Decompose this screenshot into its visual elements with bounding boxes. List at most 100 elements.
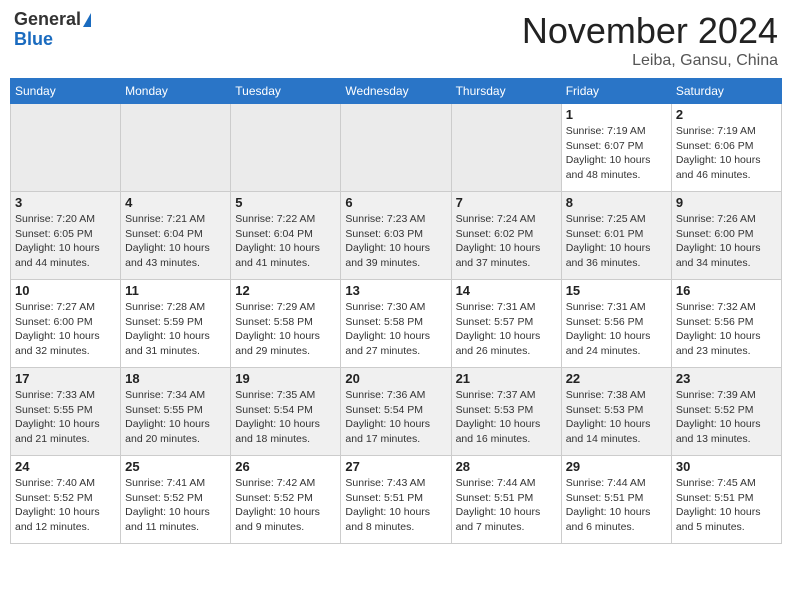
day-number: 17 bbox=[15, 371, 116, 386]
calendar-day-empty bbox=[451, 104, 561, 192]
day-info: Sunrise: 7:38 AMSunset: 5:53 PMDaylight:… bbox=[566, 388, 667, 447]
weekday-header-sunday: Sunday bbox=[11, 79, 121, 104]
calendar-day: 14 Sunrise: 7:31 AMSunset: 5:57 PMDayligh… bbox=[451, 280, 561, 368]
weekday-header-friday: Friday bbox=[561, 79, 671, 104]
day-info: Sunrise: 7:20 AMSunset: 6:05 PMDaylight:… bbox=[15, 212, 116, 271]
weekday-header-thursday: Thursday bbox=[451, 79, 561, 104]
day-number: 9 bbox=[676, 195, 777, 210]
calendar-day-empty bbox=[11, 104, 121, 192]
day-number: 1 bbox=[566, 107, 667, 122]
day-number: 22 bbox=[566, 371, 667, 386]
day-info: Sunrise: 7:22 AMSunset: 6:04 PMDaylight:… bbox=[235, 212, 336, 271]
day-number: 24 bbox=[15, 459, 116, 474]
day-number: 14 bbox=[456, 283, 557, 298]
day-number: 21 bbox=[456, 371, 557, 386]
calendar-day: 24 Sunrise: 7:40 AMSunset: 5:52 PMDayligh… bbox=[11, 456, 121, 544]
day-number: 2 bbox=[676, 107, 777, 122]
calendar-day: 19 Sunrise: 7:35 AMSunset: 5:54 PMDayligh… bbox=[231, 368, 341, 456]
day-info: Sunrise: 7:44 AMSunset: 5:51 PMDaylight:… bbox=[566, 476, 667, 535]
calendar-week-row: 24 Sunrise: 7:40 AMSunset: 5:52 PMDayligh… bbox=[11, 456, 782, 544]
logo-icon bbox=[83, 13, 91, 27]
calendar-day: 15 Sunrise: 7:31 AMSunset: 5:56 PMDayligh… bbox=[561, 280, 671, 368]
day-info: Sunrise: 7:42 AMSunset: 5:52 PMDaylight:… bbox=[235, 476, 336, 535]
weekday-header-tuesday: Tuesday bbox=[231, 79, 341, 104]
calendar-day: 1Sunrise: 7:19 AMSunset: 6:07 PMDaylight… bbox=[561, 104, 671, 192]
day-info: Sunrise: 7:36 AMSunset: 5:54 PMDaylight:… bbox=[345, 388, 446, 447]
day-number: 13 bbox=[345, 283, 446, 298]
calendar-week-row: 10 Sunrise: 7:27 AMSunset: 6:00 PMDayligh… bbox=[11, 280, 782, 368]
day-info: Sunrise: 7:25 AMSunset: 6:01 PMDaylight:… bbox=[566, 212, 667, 271]
calendar-day-empty bbox=[121, 104, 231, 192]
calendar-day: 2 Sunrise: 7:19 AMSunset: 6:06 PMDaylight… bbox=[671, 104, 781, 192]
calendar-day: 21 Sunrise: 7:37 AMSunset: 5:53 PMDayligh… bbox=[451, 368, 561, 456]
weekday-header-row: SundayMondayTuesdayWednesdayThursdayFrid… bbox=[11, 79, 782, 104]
page-header: General Blue November 2024 Leiba, Gansu,… bbox=[10, 10, 782, 70]
calendar-table: SundayMondayTuesdayWednesdayThursdayFrid… bbox=[10, 78, 782, 544]
title-block: November 2024 Leiba, Gansu, China bbox=[522, 10, 778, 70]
calendar-week-row: 3Sunrise: 7:20 AMSunset: 6:05 PMDaylight… bbox=[11, 192, 782, 280]
calendar-week-row: 1Sunrise: 7:19 AMSunset: 6:07 PMDaylight… bbox=[11, 104, 782, 192]
day-number: 30 bbox=[676, 459, 777, 474]
calendar-day: 8 Sunrise: 7:25 AMSunset: 6:01 PMDaylight… bbox=[561, 192, 671, 280]
calendar-day: 20 Sunrise: 7:36 AMSunset: 5:54 PMDayligh… bbox=[341, 368, 451, 456]
day-number: 27 bbox=[345, 459, 446, 474]
day-info: Sunrise: 7:23 AMSunset: 6:03 PMDaylight:… bbox=[345, 212, 446, 271]
day-info: Sunrise: 7:44 AMSunset: 5:51 PMDaylight:… bbox=[456, 476, 557, 535]
calendar-day: 22 Sunrise: 7:38 AMSunset: 5:53 PMDayligh… bbox=[561, 368, 671, 456]
day-info: Sunrise: 7:29 AMSunset: 5:58 PMDaylight:… bbox=[235, 300, 336, 359]
calendar-day: 18Sunrise: 7:34 AMSunset: 5:55 PMDayligh… bbox=[121, 368, 231, 456]
calendar-day: 27 Sunrise: 7:43 AMSunset: 5:51 PMDayligh… bbox=[341, 456, 451, 544]
day-info: Sunrise: 7:31 AMSunset: 5:57 PMDaylight:… bbox=[456, 300, 557, 359]
day-info: Sunrise: 7:35 AMSunset: 5:54 PMDaylight:… bbox=[235, 388, 336, 447]
calendar-day: 7Sunrise: 7:24 AMSunset: 6:02 PMDaylight… bbox=[451, 192, 561, 280]
day-number: 19 bbox=[235, 371, 336, 386]
calendar-day: 12 Sunrise: 7:29 AMSunset: 5:58 PMDayligh… bbox=[231, 280, 341, 368]
day-number: 8 bbox=[566, 195, 667, 210]
calendar-day-empty bbox=[341, 104, 451, 192]
calendar-day: 28 Sunrise: 7:44 AMSunset: 5:51 PMDayligh… bbox=[451, 456, 561, 544]
day-number: 16 bbox=[676, 283, 777, 298]
weekday-header-monday: Monday bbox=[121, 79, 231, 104]
day-number: 26 bbox=[235, 459, 336, 474]
day-number: 15 bbox=[566, 283, 667, 298]
location: Leiba, Gansu, China bbox=[522, 52, 778, 70]
calendar-day: 9Sunrise: 7:26 AMSunset: 6:00 PMDaylight… bbox=[671, 192, 781, 280]
calendar-day: 16 Sunrise: 7:32 AMSunset: 5:56 PMDayligh… bbox=[671, 280, 781, 368]
day-number: 12 bbox=[235, 283, 336, 298]
calendar-day: 13 Sunrise: 7:30 AMSunset: 5:58 PMDayligh… bbox=[341, 280, 451, 368]
calendar-day-empty bbox=[231, 104, 341, 192]
day-number: 5 bbox=[235, 195, 336, 210]
day-info: Sunrise: 7:28 AMSunset: 5:59 PMDaylight:… bbox=[125, 300, 226, 359]
day-number: 29 bbox=[566, 459, 667, 474]
calendar-day: 30Sunrise: 7:45 AMSunset: 5:51 PMDayligh… bbox=[671, 456, 781, 544]
day-info: Sunrise: 7:32 AMSunset: 5:56 PMDaylight:… bbox=[676, 300, 777, 359]
day-number: 18 bbox=[125, 371, 226, 386]
logo-general-text: General bbox=[14, 10, 81, 30]
calendar-day: 10 Sunrise: 7:27 AMSunset: 6:00 PMDayligh… bbox=[11, 280, 121, 368]
calendar-day: 17Sunrise: 7:33 AMSunset: 5:55 PMDayligh… bbox=[11, 368, 121, 456]
day-number: 7 bbox=[456, 195, 557, 210]
calendar-day: 23Sunrise: 7:39 AMSunset: 5:52 PMDayligh… bbox=[671, 368, 781, 456]
day-info: Sunrise: 7:31 AMSunset: 5:56 PMDaylight:… bbox=[566, 300, 667, 359]
calendar-week-row: 17Sunrise: 7:33 AMSunset: 5:55 PMDayligh… bbox=[11, 368, 782, 456]
day-info: Sunrise: 7:41 AMSunset: 5:52 PMDaylight:… bbox=[125, 476, 226, 535]
month-title: November 2024 bbox=[522, 10, 778, 52]
day-number: 20 bbox=[345, 371, 446, 386]
day-number: 6 bbox=[345, 195, 446, 210]
day-info: Sunrise: 7:37 AMSunset: 5:53 PMDaylight:… bbox=[456, 388, 557, 447]
day-number: 10 bbox=[15, 283, 116, 298]
weekday-header-wednesday: Wednesday bbox=[341, 79, 451, 104]
day-info: Sunrise: 7:27 AMSunset: 6:00 PMDaylight:… bbox=[15, 300, 116, 359]
calendar-day: 3Sunrise: 7:20 AMSunset: 6:05 PMDaylight… bbox=[11, 192, 121, 280]
calendar-day: 26 Sunrise: 7:42 AMSunset: 5:52 PMDayligh… bbox=[231, 456, 341, 544]
calendar-day: 25Sunrise: 7:41 AMSunset: 5:52 PMDayligh… bbox=[121, 456, 231, 544]
day-info: Sunrise: 7:39 AMSunset: 5:52 PMDaylight:… bbox=[676, 388, 777, 447]
day-number: 11 bbox=[125, 283, 226, 298]
day-info: Sunrise: 7:19 AMSunset: 6:06 PMDaylight:… bbox=[676, 124, 777, 183]
day-info: Sunrise: 7:40 AMSunset: 5:52 PMDaylight:… bbox=[15, 476, 116, 535]
day-info: Sunrise: 7:21 AMSunset: 6:04 PMDaylight:… bbox=[125, 212, 226, 271]
calendar-day: 5 Sunrise: 7:22 AMSunset: 6:04 PMDaylight… bbox=[231, 192, 341, 280]
day-number: 28 bbox=[456, 459, 557, 474]
day-info: Sunrise: 7:30 AMSunset: 5:58 PMDaylight:… bbox=[345, 300, 446, 359]
day-info: Sunrise: 7:43 AMSunset: 5:51 PMDaylight:… bbox=[345, 476, 446, 535]
